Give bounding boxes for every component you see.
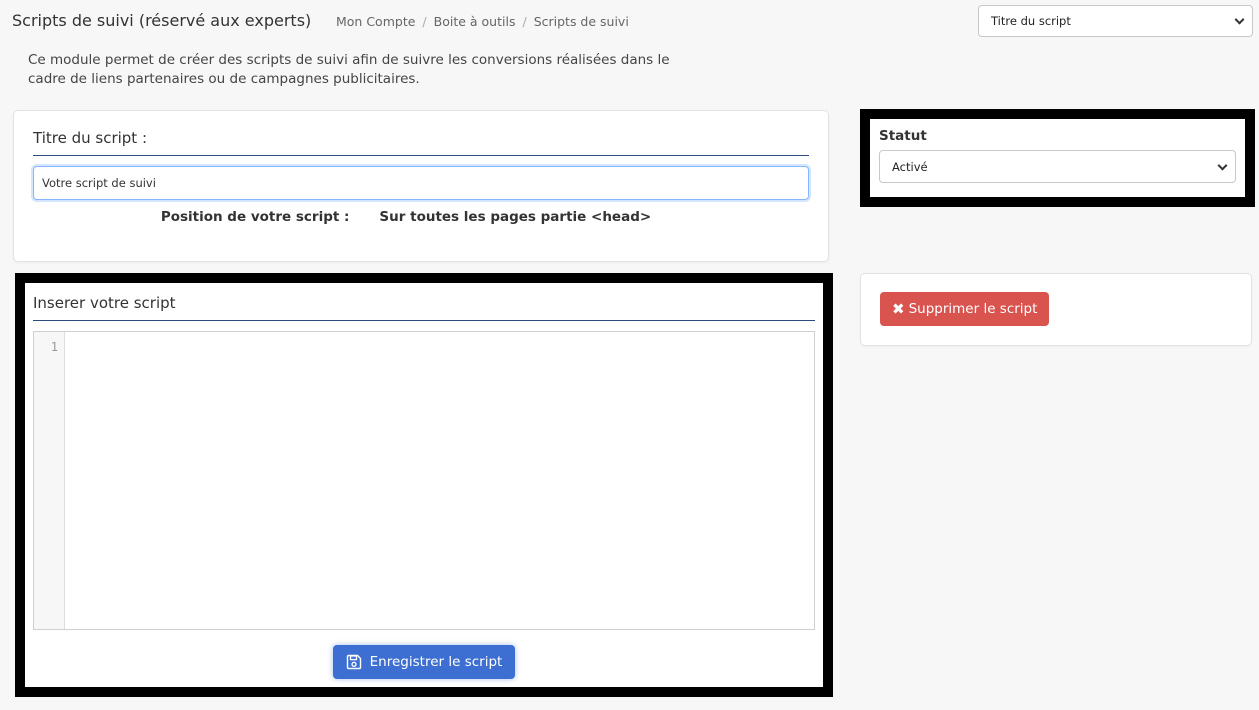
line-gutter: 1 [34,332,65,629]
page-title: Scripts de suivi (réservé aux experts) [12,11,312,30]
code-area[interactable] [65,332,814,629]
title-card: Titre du script : Votre script de suivi … [13,110,829,262]
position-label: Position de votre script : [160,209,350,225]
breadcrumb: Mon Compte / Boite à outils / Scripts de… [336,14,629,29]
chevron-down-icon [1234,14,1245,25]
script-editor-label: Inserer votre script [33,294,815,321]
chevron-down-icon [1217,160,1228,171]
script-panel: Inserer votre script 1 Enregistrer le sc… [15,273,833,697]
statut-label: Statut [879,128,927,144]
delete-card: ✖ Supprimer le script [860,273,1252,346]
delete-script-label: Supprimer le script [908,301,1038,317]
script-title-input-value: Votre script de suivi [42,176,156,190]
breadcrumb-separator: / [522,14,527,29]
breadcrumb-separator: / [422,14,427,29]
script-title-label: Titre du script : [33,129,809,156]
position-row: Position de votre script : Sur toutes le… [33,209,809,225]
times-icon: ✖ [892,299,905,318]
floppy-disk-icon [346,654,361,670]
save-script-label: Enregistrer le script [369,654,503,670]
delete-script-button[interactable]: ✖ Supprimer le script [880,292,1050,326]
line-number: 1 [50,340,58,354]
breadcrumb-boite-a-outils[interactable]: Boite à outils [434,14,516,29]
script-title-input[interactable]: Votre script de suivi [33,166,809,200]
statut-select[interactable]: Activé [879,150,1236,183]
breadcrumb-mon-compte[interactable]: Mon Compte [336,14,415,29]
script-selector[interactable]: Titre du script [978,5,1253,37]
code-editor[interactable]: 1 [33,331,815,630]
intro-text: Ce module permet de créer des scripts de… [28,52,670,87]
save-script-button[interactable]: Enregistrer le script [332,645,516,679]
position-value: Sur toutes les pages partie <head> [379,209,652,225]
statut-panel: Statut Activé [860,109,1255,207]
script-selector-value: Titre du script [991,14,1071,28]
statut-select-value: Activé [892,159,928,174]
breadcrumb-current: Scripts de suivi [533,14,629,29]
